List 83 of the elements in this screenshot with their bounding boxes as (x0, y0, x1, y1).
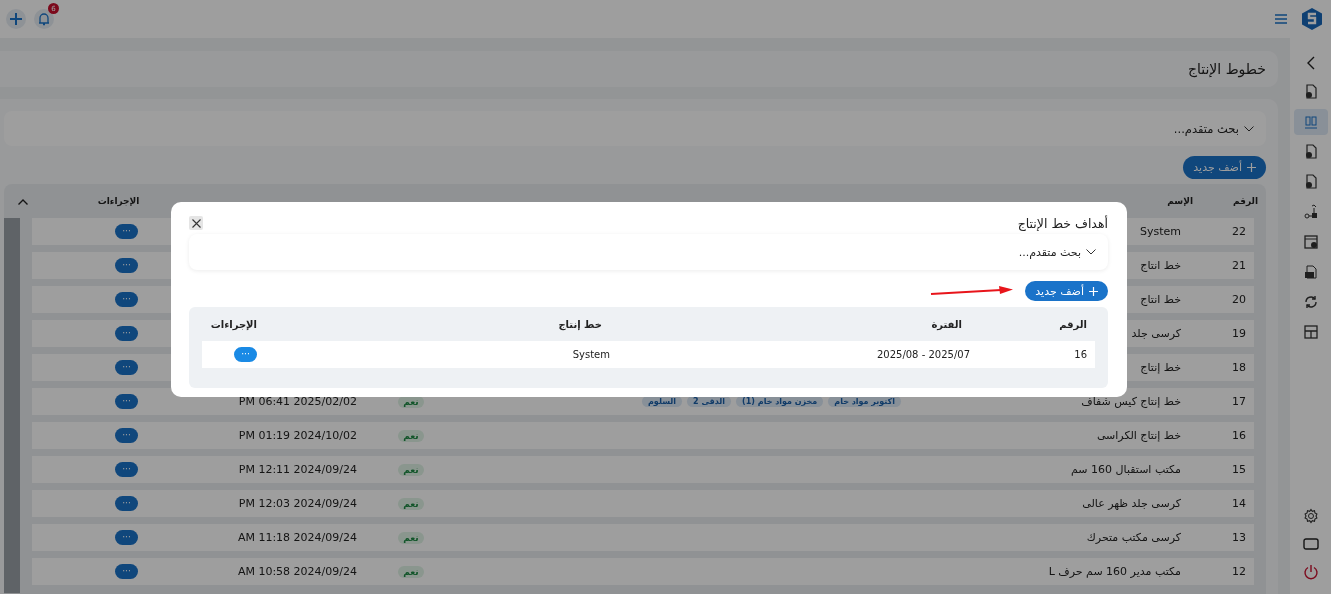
table-cell: 2025/08 - 2025/07 (876, 349, 970, 360)
actions-button[interactable]: ··· (115, 224, 138, 239)
table-cell: 12 (1232, 565, 1246, 578)
notification-button[interactable] (34, 9, 54, 29)
table-cell: PM 06:41 2025/02/02 (238, 395, 357, 408)
screen-icon[interactable] (1302, 538, 1319, 550)
table-cell: خط إنتاج (1140, 361, 1181, 374)
table-cell: System (572, 349, 610, 360)
column-header: الفترة (930, 318, 963, 330)
actions-button[interactable]: ··· (115, 326, 138, 341)
search-label: بحث متقدم... (1018, 245, 1081, 259)
table-cell: مكتب استقبال 160 سم (1071, 463, 1181, 476)
column-header: الإجراءات (97, 196, 140, 206)
chevron-left-icon[interactable] (1305, 56, 1316, 70)
table-cell: خط إنتاج الكراسى (1096, 429, 1181, 442)
status-tag: نعم (398, 497, 424, 510)
menu-icon[interactable] (1275, 14, 1287, 24)
close-button[interactable] (189, 216, 203, 230)
table-cell: AM 10:58 2024/09/24 (237, 565, 357, 578)
column-header: الإسم (1167, 196, 1193, 206)
table-cell: 21 (1232, 259, 1246, 272)
table-cell: System (1139, 225, 1181, 238)
advanced-search-bar[interactable]: بحث متقدم... (189, 234, 1108, 270)
column-header: الرقم (1058, 318, 1088, 330)
actions-button[interactable]: ··· (115, 564, 138, 579)
status-tag: نعم (398, 429, 424, 442)
chevron-down-icon (1244, 125, 1254, 132)
plus-icon (1247, 163, 1256, 172)
refresh-icon (1302, 294, 1319, 310)
chevron-down-icon (1086, 249, 1096, 255)
table-cell: 16 (1232, 429, 1246, 442)
calendar-icon (1302, 234, 1319, 250)
status-tag: نعم (398, 463, 424, 476)
chevron-up-icon[interactable] (18, 199, 28, 205)
table-cell: كرسى جلد ظهر عالى (1082, 497, 1181, 510)
status-tag: نعم (398, 531, 424, 544)
add-icon-button[interactable] (6, 9, 26, 29)
table-cell: خط إنتاج كيس شفاف (1081, 395, 1181, 408)
actions-button[interactable]: ··· (115, 292, 138, 307)
search-label: بحث متقدم... (1173, 121, 1239, 136)
table-cell: مكتب مدير 160 سم حرف L (1048, 565, 1181, 578)
column-header: خط إنتاج (557, 318, 603, 330)
table-cell: PM 12:11 2024/09/24 (238, 463, 357, 476)
table-cell: 14 (1232, 497, 1246, 510)
table-cell: خط انتاج (1140, 259, 1181, 272)
actions-button[interactable]: ··· (115, 360, 138, 375)
table-cell: 15 (1232, 463, 1246, 476)
add-new-button[interactable]: أضف جديد (1025, 281, 1108, 301)
settings-icon[interactable] (1302, 508, 1319, 524)
table-cell: كرسى جلد (1131, 327, 1181, 340)
column-header: الرقم (1233, 196, 1258, 206)
table-cell: AM 11:18 2024/09/24 (237, 531, 357, 544)
status-tag: نعم (398, 565, 424, 578)
layout-icon (1302, 324, 1319, 340)
actions-button[interactable]: ··· (115, 428, 138, 443)
table-cell: 17 (1232, 395, 1246, 408)
modal-title: أهداف خط الإنتاج (1017, 215, 1108, 231)
power-icon[interactable] (1302, 564, 1319, 580)
bell-icon (37, 12, 51, 26)
scrollbar[interactable] (4, 218, 20, 593)
logo-icon (1301, 7, 1323, 31)
actions-button[interactable]: ··· (115, 258, 138, 273)
add-new-button[interactable]: أضف جديد (1183, 156, 1266, 179)
columns-icon (1302, 114, 1319, 130)
actions-button[interactable]: ··· (234, 347, 257, 362)
table-cell: PM 12:03 2024/09/24 (238, 497, 357, 510)
table-cell: 22 (1232, 225, 1246, 238)
table-cell: خط انتاج (1140, 293, 1181, 306)
actions-button[interactable]: ··· (115, 530, 138, 545)
table-cell: 20 (1232, 293, 1246, 306)
page-title: خطوط الإنتاج (1187, 61, 1266, 77)
table-cell: كرسى مكتب متحرك (1086, 531, 1181, 544)
advanced-search-bar[interactable]: بحث متقدم... (4, 111, 1266, 146)
actions-button[interactable]: ··· (115, 496, 138, 511)
table-cell-text: 16 (1073, 349, 1088, 360)
table-cell: 19 (1232, 327, 1246, 340)
actions-button[interactable]: ··· (115, 394, 138, 409)
table-cell: PM 01:19 2024/10/02 (238, 429, 357, 442)
table-cell: 13 (1232, 531, 1246, 544)
column-header: الإجراءات (209, 318, 258, 330)
actions-button[interactable]: ··· (115, 462, 138, 477)
plus-icon (1089, 286, 1098, 296)
table-cell: 18 (1232, 361, 1246, 374)
